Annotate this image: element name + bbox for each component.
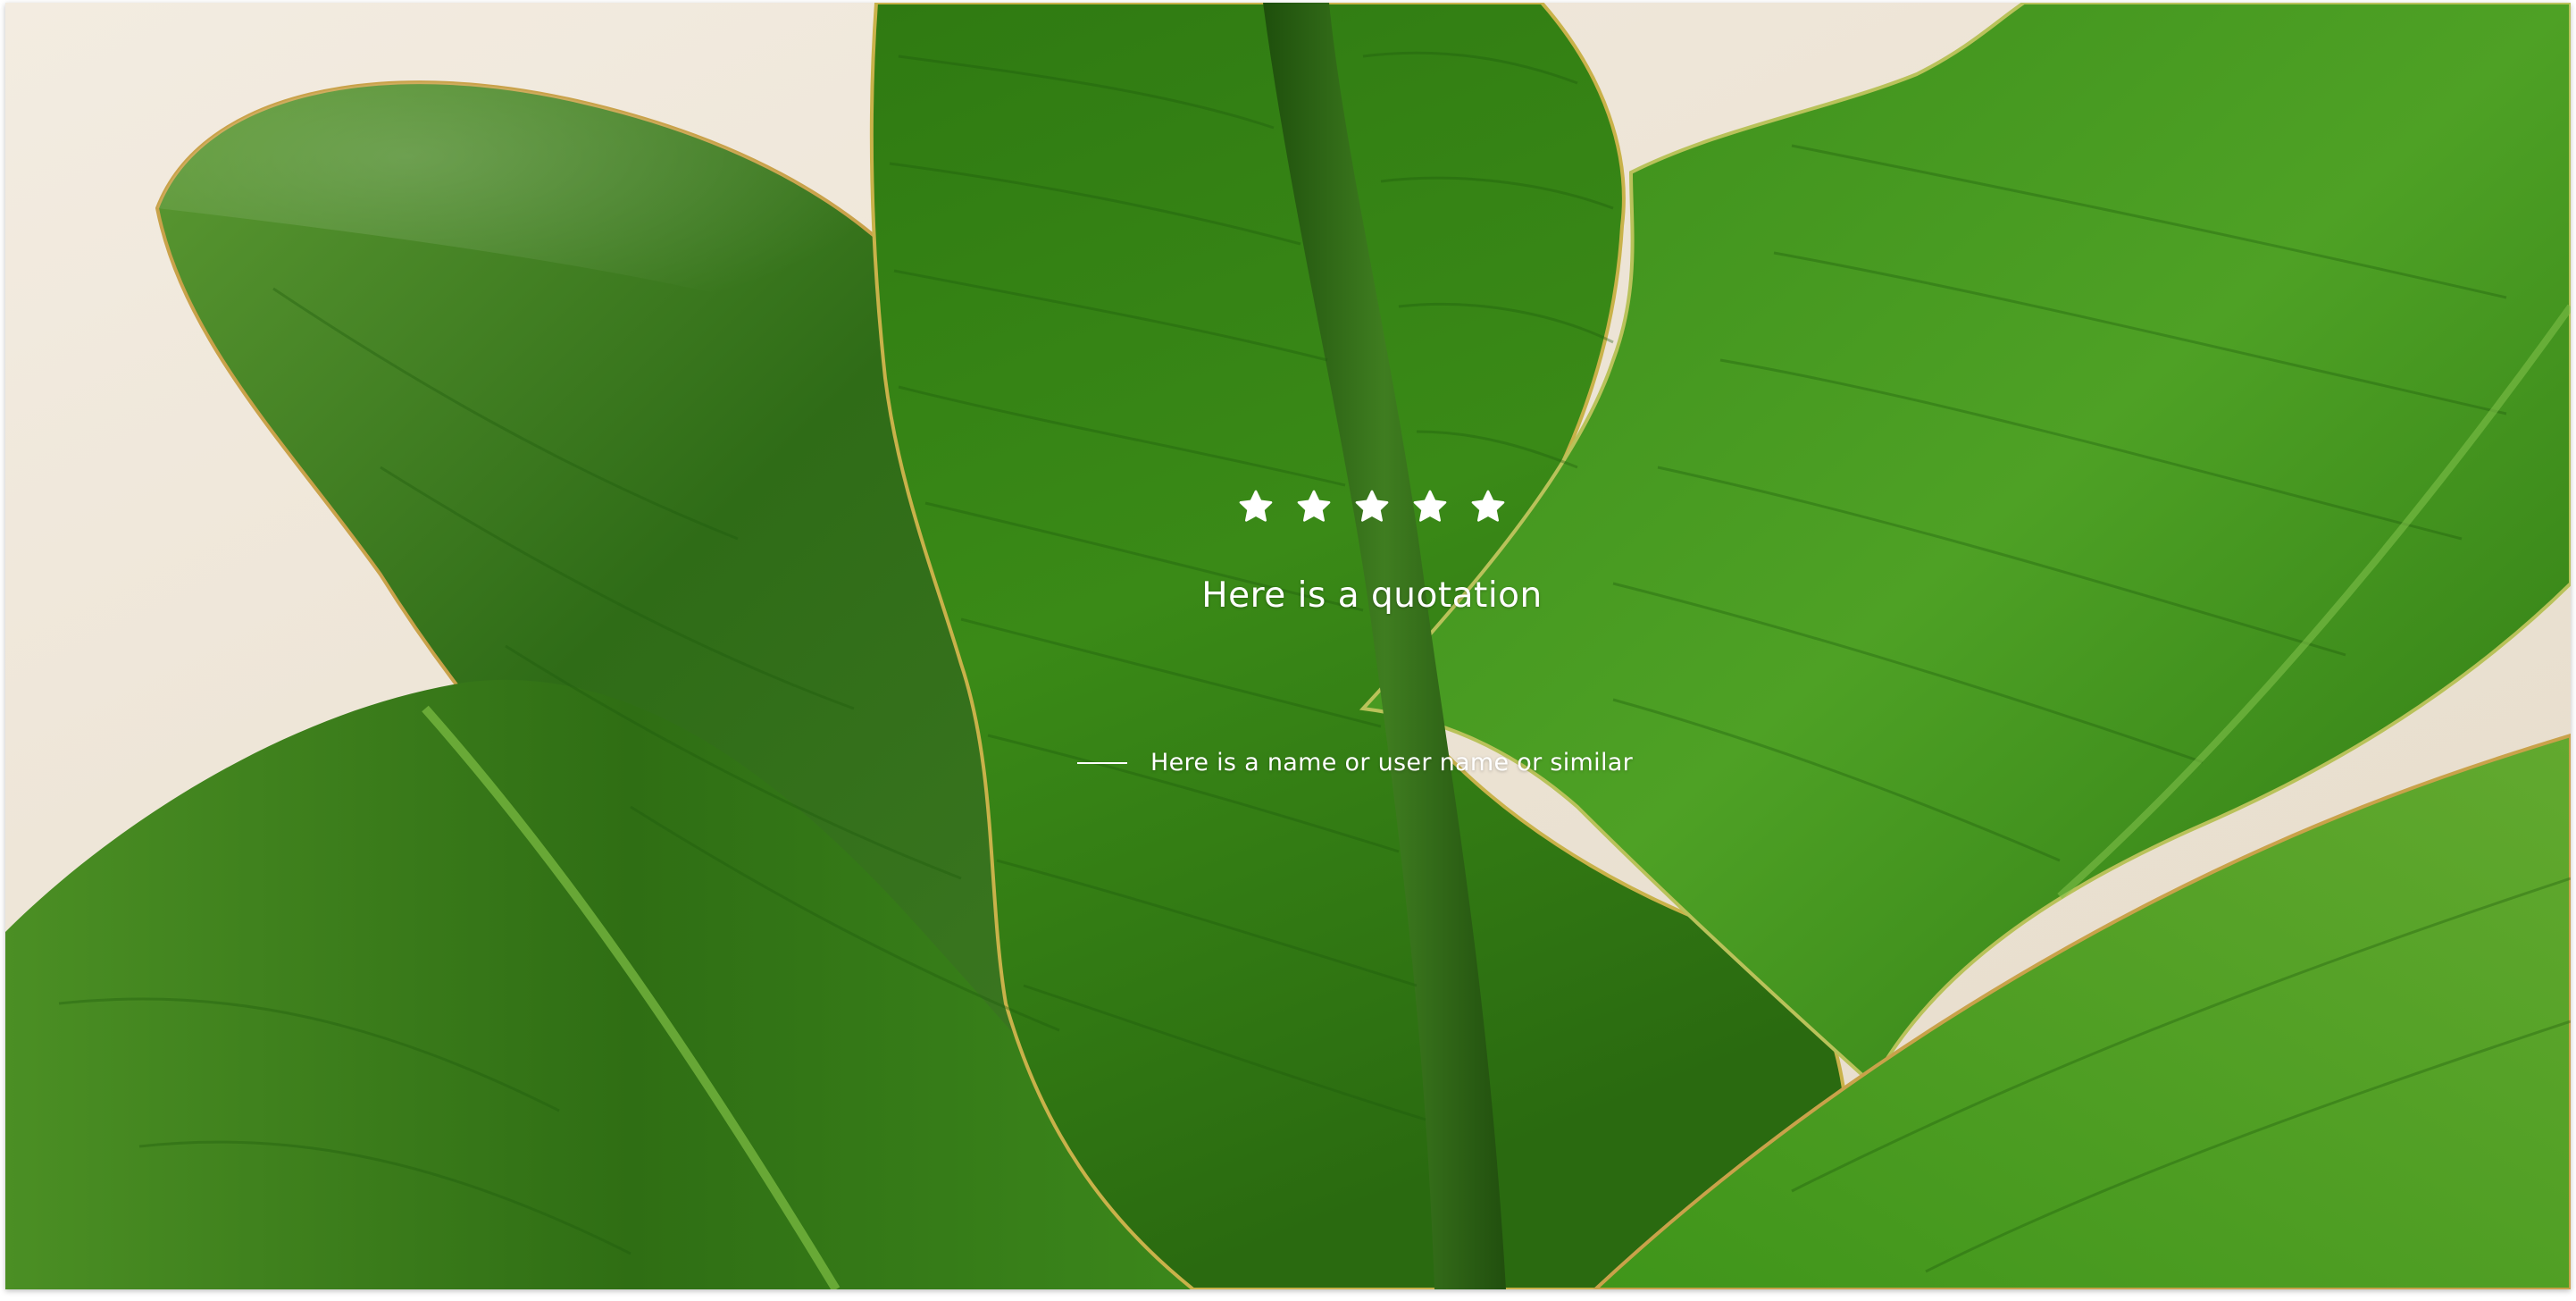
star-icon	[1297, 490, 1331, 522]
star-rating	[1238, 487, 1506, 526]
star-icon	[1355, 490, 1389, 522]
star-icon	[1239, 490, 1273, 522]
star-icon	[1413, 490, 1447, 522]
author-row: Here is a name or user name or similar	[1077, 741, 1633, 785]
testimonial: Here is a quotation Here is a name or us…	[5, 3, 2571, 1289]
author-dash	[1077, 762, 1127, 764]
author-name: Here is a name or user name or similar	[1150, 749, 1633, 776]
star-icon	[1471, 490, 1505, 522]
testimonial-banner: Here is a quotation Here is a name or us…	[5, 3, 2571, 1289]
quote-text: Here is a quotation	[1201, 575, 1543, 616]
